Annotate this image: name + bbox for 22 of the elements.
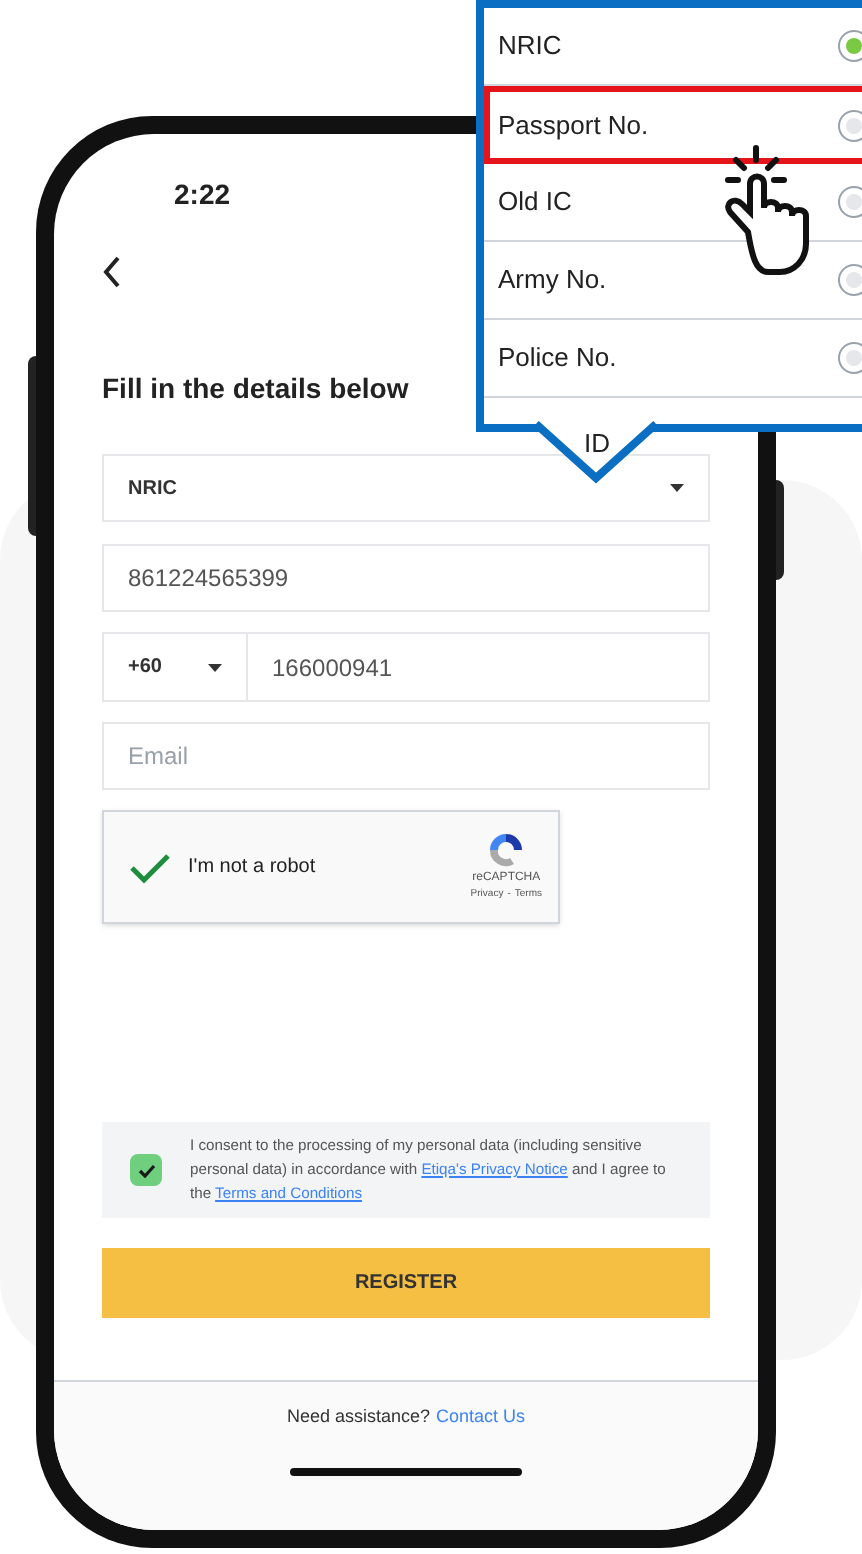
status-time: 2:22 bbox=[174, 176, 231, 214]
check-icon bbox=[128, 851, 172, 883]
id-type-option[interactable]: Passport No. bbox=[484, 86, 862, 164]
id-type-select[interactable]: NRIC bbox=[102, 454, 710, 522]
captcha-label: I'm not a robot bbox=[188, 854, 318, 882]
back-icon bbox=[102, 256, 122, 288]
radio-button[interactable] bbox=[838, 186, 862, 218]
id-type-option[interactable]: NRIC bbox=[484, 8, 862, 86]
radio-button[interactable] bbox=[838, 109, 862, 141]
caret-icon bbox=[670, 484, 684, 492]
form-heading: Fill in the details below bbox=[102, 370, 411, 408]
radio-button[interactable] bbox=[838, 30, 862, 62]
assistance-text: Need assistance? bbox=[286, 1404, 430, 1430]
radio-button[interactable] bbox=[838, 342, 862, 374]
contact-link[interactable]: Contact Us bbox=[436, 1404, 526, 1431]
consent-checkbox[interactable] bbox=[130, 1154, 162, 1186]
register-button[interactable]: REGISTER bbox=[102, 1248, 710, 1318]
check-icon bbox=[137, 1163, 155, 1177]
id-number-field[interactable]: 861224565399 bbox=[102, 544, 710, 612]
id-type-option[interactable]: Police No. bbox=[484, 320, 862, 398]
radio-button[interactable] bbox=[838, 264, 862, 296]
email-field[interactable]: Email bbox=[102, 722, 710, 790]
